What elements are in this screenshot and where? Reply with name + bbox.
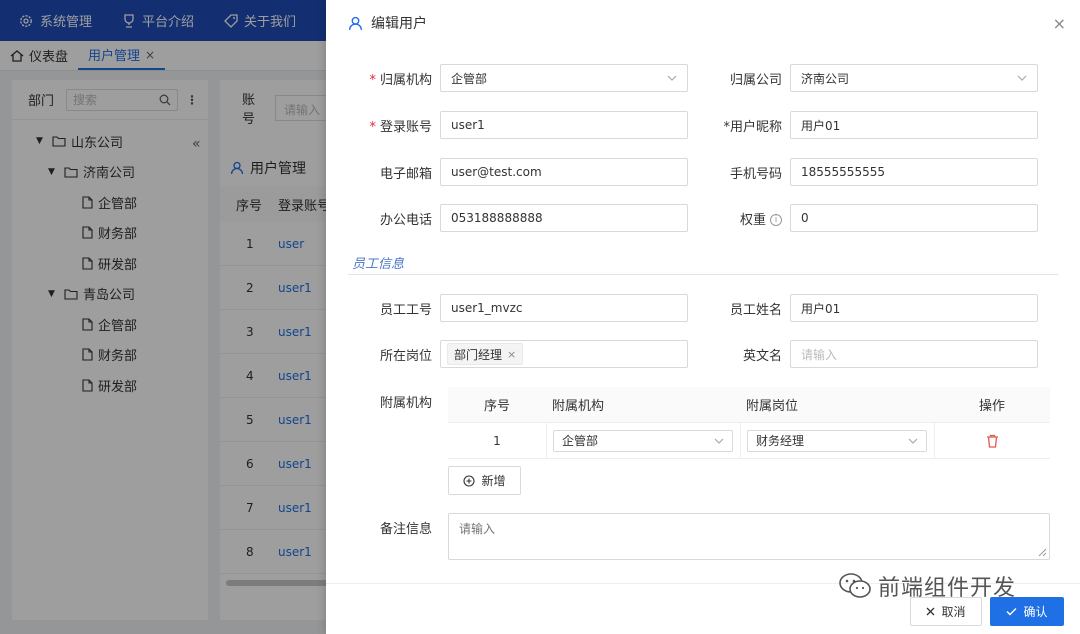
plus-circle-icon	[463, 474, 476, 487]
email-input[interactable]: user@test.com	[440, 158, 688, 186]
en-name-input[interactable]: 请输入	[790, 340, 1038, 368]
emp-no-input[interactable]: user1_mvzc	[440, 294, 688, 322]
sub-org-table: 序号 附属机构 附属岗位 操作 1 企管部 财务经理	[448, 387, 1050, 459]
table-row: 1 企管部 财务经理	[448, 422, 1050, 459]
field-label-emp-no: 员工工号	[379, 302, 432, 318]
drawer-title: 编辑用户	[371, 16, 427, 32]
chevron-down-icon	[1017, 75, 1027, 81]
office-phone-input[interactable]: 053188888888	[440, 204, 688, 232]
sub-org-table-header: 序号 附属机构 附属岗位 操作	[448, 387, 1050, 423]
field-label-account: * 登录账号	[369, 119, 432, 135]
watermark-text: 前端组件开发	[878, 576, 1017, 601]
add-row-button[interactable]: 新增	[448, 466, 521, 495]
section-divider	[348, 274, 1058, 275]
info-icon[interactable]: i	[770, 214, 782, 226]
form-row-org: * 归属机构 企管部 归属公司 济南公司	[326, 64, 1038, 92]
watermark: 前端组件开发	[838, 570, 1016, 602]
required-mark: *	[369, 119, 376, 135]
field-label-email: 电子邮箱	[379, 166, 432, 182]
nickname-input[interactable]: 用户01	[790, 111, 1038, 139]
cell-org: 企管部	[546, 422, 740, 459]
field-label-phone: 手机号码	[729, 166, 782, 182]
sub-org-select[interactable]: 企管部	[553, 429, 733, 452]
close-icon	[927, 607, 935, 616]
section-title-employee: 员工信息	[352, 257, 405, 272]
cell-action	[934, 422, 1050, 459]
field-label-sub-org: 附属机构	[379, 395, 432, 411]
form-row-post: 所在岗位 部门经理 × 英文名 请输入	[326, 340, 1038, 368]
chevron-down-icon	[667, 75, 677, 81]
wechat-icon	[839, 573, 871, 598]
form-row-remark: 备注信息	[326, 513, 440, 541]
form-row-email: 电子邮箱 user@test.com 手机号码 18555555555	[326, 158, 1038, 186]
check-icon	[1006, 608, 1017, 616]
field-label-emp-name: 员工姓名	[729, 302, 782, 318]
company-select[interactable]: 济南公司	[790, 64, 1038, 92]
drawer-header: 编辑用户	[326, 0, 1080, 46]
form-row-account: * 登录账号 user1 *用户昵称 用户01	[326, 111, 1038, 139]
org-select[interactable]: 企管部	[440, 64, 688, 92]
close-icon[interactable]: ×	[1053, 14, 1066, 33]
field-label-post: 所在岗位	[379, 348, 432, 364]
form-row-office-phone: 办公电话 053188888888 权重 i 0	[326, 204, 1038, 232]
column-sub-org: 附属机构	[552, 399, 605, 414]
field-label-nickname: *用户昵称	[723, 119, 782, 135]
field-label-org: * 归属机构	[369, 72, 432, 88]
field-label-weight: 权重 i	[688, 209, 790, 228]
field-label-en-name: 英文名	[742, 348, 782, 364]
required-mark: *	[369, 72, 376, 88]
account-input[interactable]: user1	[440, 111, 688, 139]
column-index: 序号	[483, 399, 510, 414]
column-action: 操作	[978, 399, 1005, 414]
post-multiselect[interactable]: 部门经理 ×	[440, 340, 688, 368]
cell-post: 财务经理	[740, 422, 934, 459]
resize-grip-icon[interactable]	[1038, 548, 1047, 557]
field-label-remark: 备注信息	[379, 521, 432, 537]
field-label-company: 归属公司	[729, 72, 782, 88]
delete-icon[interactable]	[986, 434, 999, 448]
field-label-office-phone: 办公电话	[379, 212, 432, 228]
remark-textarea[interactable]	[448, 513, 1050, 560]
chevron-down-icon	[714, 438, 724, 444]
user-icon	[348, 16, 363, 30]
tag-close-icon[interactable]: ×	[507, 348, 516, 361]
form-row-sub-org: 附属机构	[326, 387, 440, 415]
phone-input[interactable]: 18555555555	[790, 158, 1038, 186]
column-sub-post: 附属岗位	[746, 399, 799, 414]
emp-name-input[interactable]: 用户01	[790, 294, 1038, 322]
sub-post-select[interactable]: 财务经理	[747, 429, 927, 452]
chevron-down-icon	[908, 438, 918, 444]
row-index: 1	[493, 433, 501, 448]
form-row-emp-no: 员工工号 user1_mvzc 员工姓名 用户01	[326, 294, 1038, 322]
post-tag: 部门经理 ×	[447, 343, 524, 365]
weight-input[interactable]: 0	[790, 204, 1038, 232]
edit-user-drawer: 编辑用户 × * 归属机构 企管部 归属公司 济南公司 * 登录账号 user1 *…	[326, 0, 1080, 634]
